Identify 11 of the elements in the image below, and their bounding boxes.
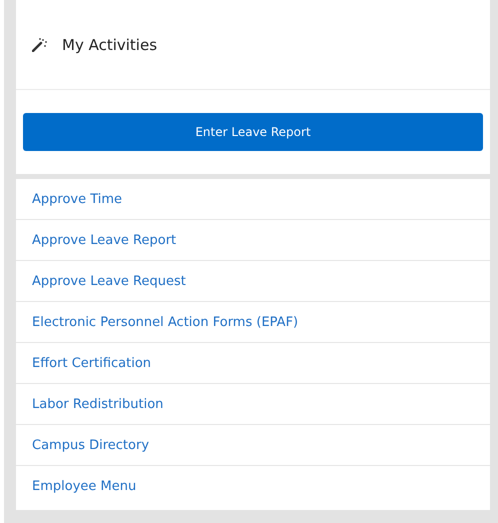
activity-link[interactable]: Effort Certification: [32, 356, 152, 370]
panel-title: My Activities: [62, 36, 158, 54]
activity-link[interactable]: Approve Leave Request: [32, 274, 186, 288]
activity-link[interactable]: Approve Leave Report: [32, 232, 176, 248]
activity-link[interactable]: Campus Directory: [32, 438, 150, 452]
activity-link[interactable]: Labor Redistribution: [32, 396, 164, 412]
enter-leave-report-button[interactable]: Enter Leave Report: [23, 113, 483, 151]
activity-link[interactable]: Electronic Personnel Action Forms (EPAF): [32, 314, 298, 330]
activity-link[interactable]: Approve Time: [32, 192, 122, 206]
magic-wand-icon: [32, 38, 48, 52]
activity-link[interactable]: Employee Menu: [32, 479, 136, 494]
